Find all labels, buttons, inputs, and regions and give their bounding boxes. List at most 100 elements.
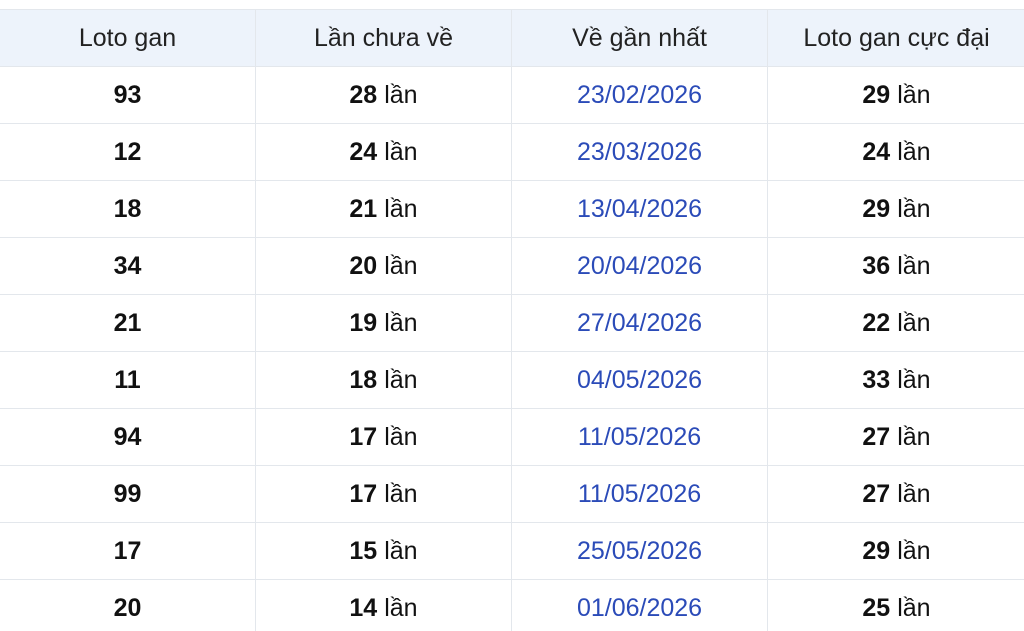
page: Loto gan Lần chưa về Về gần nhất Loto ga… <box>0 0 1024 631</box>
unit-label: lần <box>897 422 931 451</box>
header-loto-gan-cuc-dai: Loto gan cực đại <box>767 9 1024 67</box>
loto-gan-table: Loto gan Lần chưa về Về gần nhất Loto ga… <box>0 9 1024 631</box>
cell-last-seen[interactable]: 11/05/2026 <box>511 408 768 466</box>
max-gan-count: 27 <box>862 479 891 508</box>
loto-number: 18 <box>113 194 142 223</box>
cell-loto: 20 <box>0 579 256 631</box>
loto-number: 99 <box>113 479 142 508</box>
cell-loto: 34 <box>0 237 256 295</box>
cell-last-seen[interactable]: 11/05/2026 <box>511 465 768 523</box>
cell-max: 27 lần <box>767 465 1024 523</box>
cell-max: 27 lần <box>767 408 1024 466</box>
max-gan-count: 27 <box>862 422 891 451</box>
table-row: 34 20 lần 20/04/2026 36 lần <box>0 237 1024 295</box>
missing-count: 18 <box>349 365 378 394</box>
unit-label: lần <box>384 593 418 622</box>
header-lan-chua-ve: Lần chưa về <box>255 9 512 67</box>
cell-missing: 20 lần <box>255 237 512 295</box>
loto-number: 11 <box>114 365 141 394</box>
loto-number: 93 <box>113 80 142 109</box>
cell-missing: 18 lần <box>255 351 512 409</box>
loto-number: 17 <box>113 536 142 565</box>
cell-loto: 21 <box>0 294 256 352</box>
unit-label: lần <box>897 593 931 622</box>
unit-label: lần <box>384 479 418 508</box>
cell-loto: 12 <box>0 123 256 181</box>
missing-count: 17 <box>349 479 378 508</box>
max-gan-count: 29 <box>862 80 891 109</box>
table-row: 99 17 lần 11/05/2026 27 lần <box>0 465 1024 523</box>
cell-last-seen[interactable]: 25/05/2026 <box>511 522 768 580</box>
unit-label: lần <box>897 365 931 394</box>
max-gan-count: 29 <box>862 536 891 565</box>
missing-count: 24 <box>349 137 378 166</box>
last-seen-date-link[interactable]: 01/06/2026 <box>577 594 702 622</box>
cell-loto: 99 <box>0 465 256 523</box>
cell-missing: 17 lần <box>255 465 512 523</box>
header-row: Loto gan Lần chưa về Về gần nhất Loto ga… <box>0 9 1024 67</box>
table-row: 20 14 lần 01/06/2026 25 lần <box>0 579 1024 631</box>
cell-last-seen[interactable]: 20/04/2026 <box>511 237 768 295</box>
loto-number: 21 <box>113 308 142 337</box>
cell-last-seen[interactable]: 01/06/2026 <box>511 579 768 631</box>
unit-label: lần <box>384 422 418 451</box>
table-row: 12 24 lần 23/03/2026 24 lần <box>0 123 1024 181</box>
cell-last-seen[interactable]: 23/03/2026 <box>511 123 768 181</box>
unit-label: lần <box>384 194 418 223</box>
max-gan-count: 22 <box>862 308 891 337</box>
unit-label: lần <box>897 80 931 109</box>
cell-loto: 93 <box>0 66 256 124</box>
max-gan-count: 24 <box>862 137 891 166</box>
unit-label: lần <box>384 365 418 394</box>
cell-max: 24 lần <box>767 123 1024 181</box>
last-seen-date-link[interactable]: 23/03/2026 <box>577 138 702 166</box>
cell-max: 29 lần <box>767 180 1024 238</box>
unit-label: lần <box>384 251 418 280</box>
last-seen-date-link[interactable]: 04/05/2026 <box>577 366 702 394</box>
last-seen-date-link[interactable]: 25/05/2026 <box>577 537 702 565</box>
table-body: 93 28 lần 23/02/2026 29 lần 12 24 lần 23/03/2026 2… <box>0 66 1024 631</box>
section-title-cut <box>0 0 400 8</box>
cell-max: 29 lần <box>767 522 1024 580</box>
cell-max: 33 lần <box>767 351 1024 409</box>
cell-last-seen[interactable]: 27/04/2026 <box>511 294 768 352</box>
cell-last-seen[interactable]: 13/04/2026 <box>511 180 768 238</box>
last-seen-date-link[interactable]: 11/05/2026 <box>578 480 701 508</box>
missing-count: 28 <box>349 80 378 109</box>
last-seen-date-link[interactable]: 23/02/2026 <box>577 81 702 109</box>
table-row: 11 18 lần 04/05/2026 33 lần <box>0 351 1024 409</box>
cell-missing: 15 lần <box>255 522 512 580</box>
missing-count: 20 <box>349 251 378 280</box>
unit-label: lần <box>384 308 418 337</box>
unit-label: lần <box>897 194 931 223</box>
cell-last-seen[interactable]: 04/05/2026 <box>511 351 768 409</box>
cell-loto: 11 <box>0 351 256 409</box>
unit-label: lần <box>384 536 418 565</box>
cell-missing: 21 lần <box>255 180 512 238</box>
max-gan-count: 25 <box>862 593 891 622</box>
loto-number: 20 <box>113 593 142 622</box>
cell-missing: 14 lần <box>255 579 512 631</box>
unit-label: lần <box>897 251 931 280</box>
table-header: Loto gan Lần chưa về Về gần nhất Loto ga… <box>0 9 1024 67</box>
cell-missing: 19 lần <box>255 294 512 352</box>
cell-max: 36 lần <box>767 237 1024 295</box>
header-loto-gan: Loto gan <box>0 9 256 67</box>
last-seen-date-link[interactable]: 20/04/2026 <box>577 252 702 280</box>
loto-number: 94 <box>113 422 142 451</box>
unit-label: lần <box>384 137 418 166</box>
cell-last-seen[interactable]: 23/02/2026 <box>511 66 768 124</box>
last-seen-date-link[interactable]: 11/05/2026 <box>578 423 701 451</box>
unit-label: lần <box>384 80 418 109</box>
max-gan-count: 29 <box>862 194 891 223</box>
cell-max: 25 lần <box>767 579 1024 631</box>
last-seen-date-link[interactable]: 13/04/2026 <box>577 195 702 223</box>
cell-max: 22 lần <box>767 294 1024 352</box>
cell-missing: 17 lần <box>255 408 512 466</box>
cell-loto: 94 <box>0 408 256 466</box>
missing-count: 19 <box>349 308 378 337</box>
missing-count: 17 <box>349 422 378 451</box>
cell-max: 29 lần <box>767 66 1024 124</box>
last-seen-date-link[interactable]: 27/04/2026 <box>577 309 702 337</box>
loto-number: 34 <box>113 251 142 280</box>
